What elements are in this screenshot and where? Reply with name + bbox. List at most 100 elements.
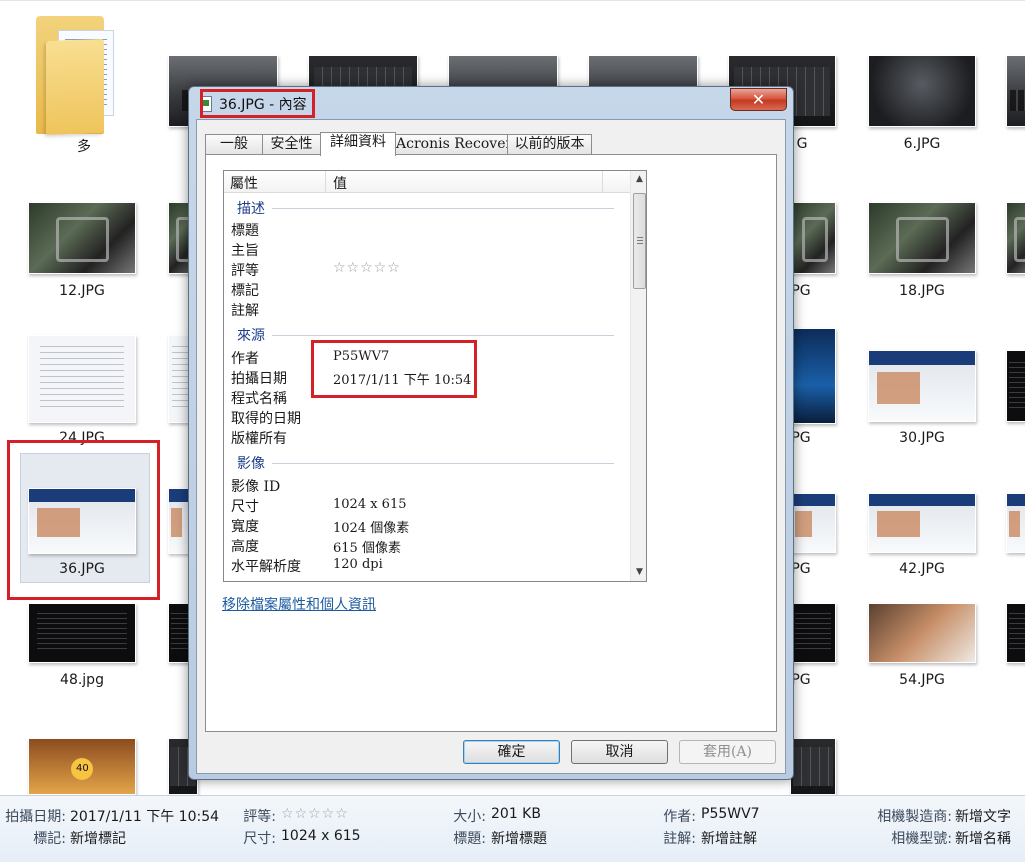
detail-value-tags[interactable]: 新增標記 xyxy=(70,828,126,848)
grip-icon xyxy=(637,237,643,244)
property-label: 版權所有 xyxy=(231,431,287,447)
thumbnail-48[interactable] xyxy=(28,603,136,663)
dialog-title: 36.JPG - 內容 xyxy=(219,97,307,113)
file-label: 30.JPG xyxy=(899,430,945,446)
top-border xyxy=(0,0,1025,4)
property-label: 註解 xyxy=(231,303,259,319)
group-header-origin: 來源 xyxy=(237,328,265,344)
property-label: 程式名稱 xyxy=(231,391,287,407)
detail-value-title[interactable]: 新增標題 xyxy=(491,828,547,848)
thumbnail[interactable] xyxy=(790,738,836,795)
file-label: 54.JPG xyxy=(899,672,945,688)
file-label: 24.JPG xyxy=(59,430,105,446)
apply-button[interactable]: 套用(A) xyxy=(679,740,776,764)
tab-details[interactable]: 詳細資料 xyxy=(320,132,396,156)
detail-label-tags: 標記: xyxy=(33,831,66,847)
property-value-date-taken[interactable]: 2017/1/11 下午 10:54 xyxy=(333,369,471,388)
remove-properties-link[interactable]: 移除檔案屬性和個人資訊 xyxy=(222,594,376,614)
property-label: 水平解析度 xyxy=(231,559,301,575)
list-header: 屬性 值 xyxy=(224,171,630,193)
detail-value-camera-maker[interactable]: 新增文字 xyxy=(955,806,1011,826)
scrollbar-thumb[interactable] xyxy=(633,193,646,289)
tab-previous-versions[interactable]: 以前的版本 xyxy=(507,134,592,155)
property-value-horizontal-resolution[interactable]: 120 dpi xyxy=(333,557,383,572)
group-divider xyxy=(272,208,614,209)
property-label: 寬度 xyxy=(231,519,259,535)
property-label: 評等 xyxy=(231,263,259,279)
detail-label-size: 大小: xyxy=(453,809,486,825)
thumbnail[interactable] xyxy=(28,738,136,795)
column-divider[interactable] xyxy=(602,171,603,192)
file-label-partial: G xyxy=(796,136,808,152)
thumbnail-42[interactable] xyxy=(868,493,976,553)
thumbnail[interactable] xyxy=(1006,55,1025,127)
folder-label: 多 xyxy=(77,139,91,155)
column-divider[interactable] xyxy=(325,171,326,192)
file-label: 48.jpg xyxy=(60,672,104,688)
folder-front xyxy=(46,38,104,136)
thumbnail-6[interactable] xyxy=(868,55,976,127)
thumbnail[interactable] xyxy=(790,603,836,663)
thumbnail[interactable] xyxy=(1006,603,1025,663)
dialog-titlebar[interactable]: 36.JPG - 內容 ✕ xyxy=(189,87,793,119)
property-label: 標題 xyxy=(231,223,259,239)
thumbnail[interactable] xyxy=(790,202,836,274)
detail-value-author[interactable]: P55WV7 xyxy=(701,806,760,822)
ok-button[interactable]: 確定 xyxy=(463,740,560,764)
scroll-down-arrow-icon[interactable]: ▼ xyxy=(631,564,646,581)
detail-value-camera-model[interactable]: 新增名稱 xyxy=(955,828,1011,848)
rating-stars[interactable]: ☆☆☆☆☆ xyxy=(333,260,401,276)
column-header-value[interactable]: 值 xyxy=(333,173,347,193)
file-label: 12.JPG xyxy=(59,283,105,299)
thumbnail[interactable] xyxy=(790,493,836,553)
thumbnail[interactable] xyxy=(1006,350,1025,422)
thumbnail[interactable] xyxy=(1006,493,1025,553)
detail-label-camera-maker: 相機製造商: xyxy=(877,809,952,825)
detail-label-dimensions: 尺寸: xyxy=(243,831,276,847)
detail-label-date-taken: 拍攝日期: xyxy=(5,809,66,825)
image-file-icon xyxy=(200,96,212,112)
group-divider xyxy=(272,335,614,336)
detail-value-comment[interactable]: 新增註解 xyxy=(701,828,757,848)
property-label: 標記 xyxy=(231,283,259,299)
tab-general[interactable]: 一般 xyxy=(205,134,263,155)
detail-label-title: 標題: xyxy=(453,831,486,847)
property-label: 影像 ID xyxy=(231,479,281,495)
thumbnail[interactable] xyxy=(1006,202,1025,274)
dialog-client-area: 一般 安全性 詳細資料 Acronis Recovery 以前的版本 屬性 值 … xyxy=(196,119,786,774)
property-label: 拍攝日期 xyxy=(231,371,287,387)
property-value-author[interactable]: P55WV7 xyxy=(333,349,389,364)
close-button[interactable]: ✕ xyxy=(730,88,787,111)
scroll-up-arrow-icon[interactable]: ▲ xyxy=(631,171,646,188)
thumbnail-30[interactable] xyxy=(868,350,976,422)
thumbnail-54[interactable] xyxy=(868,603,976,663)
property-value-dimensions[interactable]: 1024 x 615 xyxy=(333,497,407,512)
property-label: 取得的日期 xyxy=(231,411,301,427)
thumbnail-12[interactable] xyxy=(28,202,136,274)
detail-value-size: 201 KB xyxy=(491,806,541,822)
detail-value-date-taken[interactable]: 2017/1/11 下午 10:54 xyxy=(70,806,219,826)
column-header-property[interactable]: 屬性 xyxy=(230,173,258,193)
file-label: 18.JPG xyxy=(899,283,945,299)
group-header-image: 影像 xyxy=(237,456,265,472)
file-label: 6.JPG xyxy=(903,136,941,152)
thumbnail-18[interactable] xyxy=(868,202,976,274)
detail-label-comment: 註解: xyxy=(663,831,696,847)
property-value-width[interactable]: 1024 個像素 xyxy=(333,517,409,536)
property-label: 作者 xyxy=(231,351,259,367)
file-label: 42.JPG xyxy=(899,561,945,577)
property-value-height[interactable]: 615 個像素 xyxy=(333,537,401,556)
tab-security[interactable]: 安全性 xyxy=(262,134,321,155)
cancel-button[interactable]: 取消 xyxy=(571,740,668,764)
vertical-scrollbar[interactable]: ▲ ▼ xyxy=(630,171,646,581)
tab-acronis-recovery[interactable]: Acronis Recovery xyxy=(395,134,520,155)
property-label: 高度 xyxy=(231,539,259,555)
group-divider xyxy=(272,463,614,464)
thumbnail-24[interactable] xyxy=(28,335,136,423)
detail-rating-stars[interactable]: ☆☆☆☆☆ xyxy=(281,806,349,822)
thumbnail[interactable] xyxy=(790,328,836,424)
thumbnail-36[interactable] xyxy=(28,488,136,554)
property-list[interactable]: 屬性 值 描述 標題 主旨 評等 ☆☆☆☆☆ 標記 註解 來源 作者 P55WV… xyxy=(223,170,647,582)
property-label: 尺寸 xyxy=(231,499,259,515)
group-header-description: 描述 xyxy=(237,201,265,217)
